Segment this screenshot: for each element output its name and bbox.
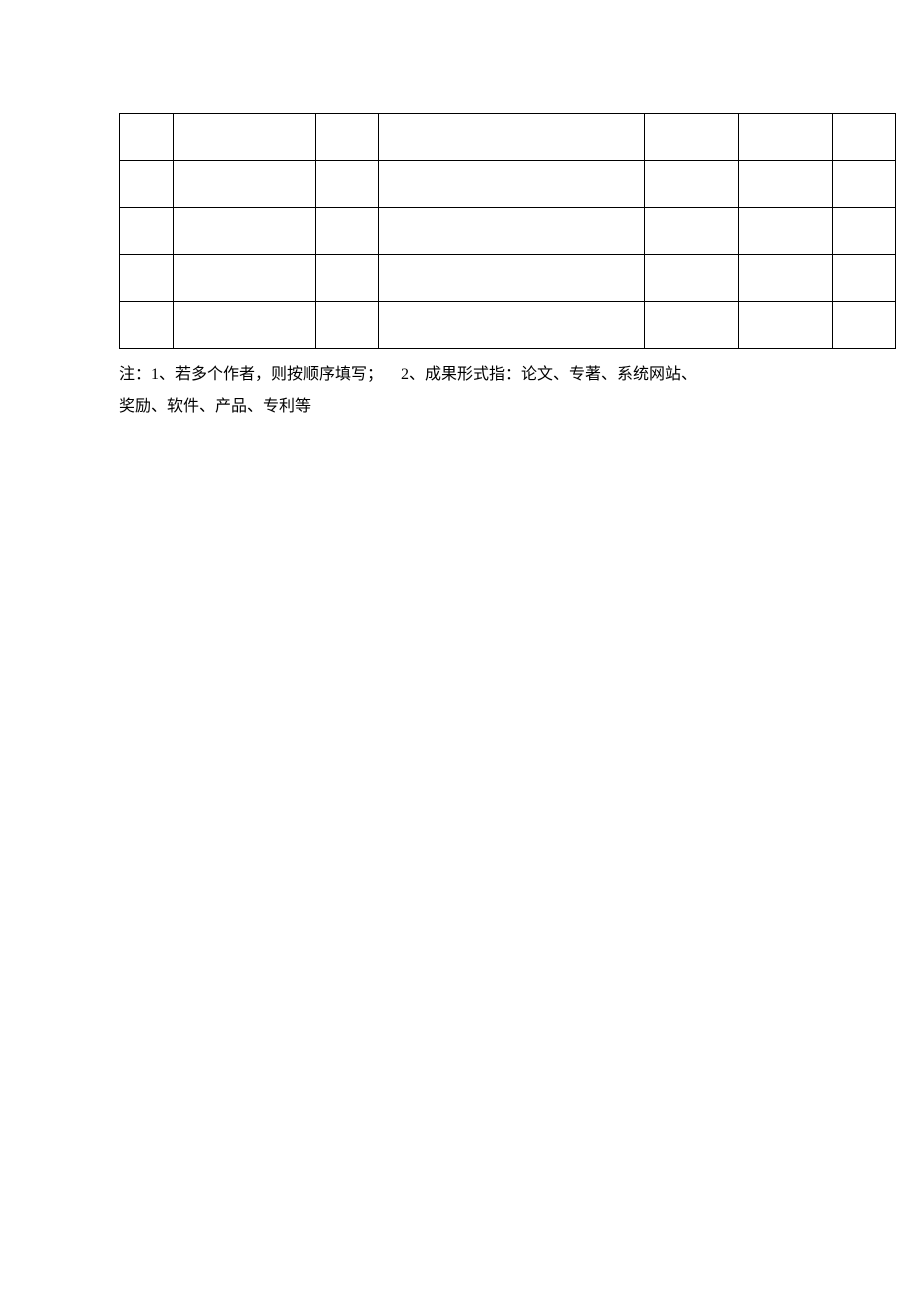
table-row bbox=[120, 302, 896, 349]
table-cell bbox=[120, 302, 174, 349]
table-cell bbox=[645, 114, 739, 161]
table-cell bbox=[379, 255, 645, 302]
table-cell bbox=[833, 161, 896, 208]
table-cell bbox=[645, 161, 739, 208]
note-item2-text: 、成果形式指：论文、专著、系统网站、 bbox=[409, 366, 697, 383]
table-cell bbox=[316, 255, 379, 302]
document-page: 注：1、若多个作者，则按顺序填写； 2、成果形式指：论文、专著、系统网站、 奖励、… bbox=[0, 0, 920, 1303]
table-cell bbox=[833, 208, 896, 255]
table-row bbox=[120, 255, 896, 302]
table-cell bbox=[645, 302, 739, 349]
table-cell bbox=[174, 161, 316, 208]
table-cell bbox=[174, 255, 316, 302]
form-table bbox=[119, 113, 896, 349]
table-cell bbox=[316, 161, 379, 208]
table-cell bbox=[120, 255, 174, 302]
note-item1-text: 、若多个作者，则按顺序填写； bbox=[159, 366, 383, 383]
table-cell bbox=[833, 302, 896, 349]
table-cell bbox=[739, 255, 833, 302]
table-cell bbox=[833, 255, 896, 302]
table-cell bbox=[379, 208, 645, 255]
table-cell bbox=[379, 114, 645, 161]
table-cell bbox=[379, 302, 645, 349]
table-cell bbox=[120, 114, 174, 161]
note-prefix: 注： bbox=[119, 366, 151, 383]
table-cell bbox=[739, 302, 833, 349]
footnote: 注：1、若多个作者，则按顺序填写； 2、成果形式指：论文、专著、系统网站、 奖励、… bbox=[119, 359, 879, 423]
table-row bbox=[120, 114, 896, 161]
table-cell bbox=[645, 255, 739, 302]
note-item1-num: 1 bbox=[151, 366, 159, 383]
table-cell bbox=[833, 114, 896, 161]
note-line2: 奖励、软件、产品、专利等 bbox=[119, 398, 311, 415]
table-row bbox=[120, 161, 896, 208]
note-item2-num: 2 bbox=[401, 366, 409, 383]
table-cell bbox=[174, 208, 316, 255]
table-cell bbox=[739, 208, 833, 255]
table-cell bbox=[120, 208, 174, 255]
table-cell bbox=[174, 302, 316, 349]
table-cell bbox=[316, 302, 379, 349]
table-cell bbox=[120, 161, 174, 208]
table-cell bbox=[316, 114, 379, 161]
table-row bbox=[120, 208, 896, 255]
table-cell bbox=[379, 161, 645, 208]
table-cell bbox=[645, 208, 739, 255]
table-cell bbox=[739, 161, 833, 208]
table-cell bbox=[174, 114, 316, 161]
table-cell bbox=[316, 208, 379, 255]
table-cell bbox=[739, 114, 833, 161]
